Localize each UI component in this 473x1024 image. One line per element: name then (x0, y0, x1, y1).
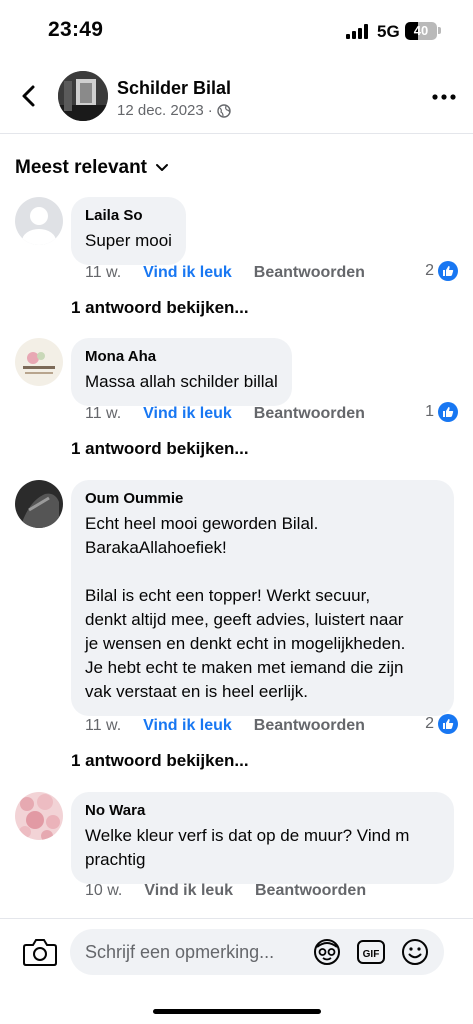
like-link[interactable]: Vind ik leuk (143, 405, 232, 423)
comment-bubble[interactable]: Oum Oummie Echt heel mooi geworden Bilal… (71, 480, 454, 716)
status-bar: 23:49 5G 40 (0, 0, 473, 62)
comment-text: Welke kleur verf is dat op de muur? Vind… (85, 826, 410, 869)
meta-separator: · (207, 102, 213, 119)
comment-author[interactable]: Oum Oummie (85, 490, 440, 508)
author-avatar[interactable] (58, 71, 108, 121)
comment-text: Super mooi (85, 231, 172, 250)
comment-bubble[interactable]: Laila So Super mooi (71, 197, 186, 265)
reaction-number: 2 (425, 715, 434, 732)
emoji-icon (402, 939, 428, 965)
post-meta: 12 dec. 2023 · (117, 102, 231, 119)
like-link[interactable]: Vind ik leuk (143, 264, 232, 282)
comment-time: 10 w. (85, 882, 123, 899)
post-date: 12 dec. 2023 (117, 102, 204, 119)
view-replies-link[interactable]: 1 antwoord bekijken... (71, 439, 249, 459)
comment-author[interactable]: Mona Aha (85, 348, 278, 366)
commenter-avatar[interactable] (15, 480, 63, 528)
comment-text: Echt heel mooi geworden Bilal. BarakaAll… (85, 514, 406, 701)
comment-bubble[interactable]: Mona Aha Massa allah schilder billal (71, 338, 292, 406)
more-options-button[interactable] (426, 82, 462, 112)
reaction-count[interactable]: 1 (425, 402, 458, 422)
comment-text: Massa allah schilder billal (85, 372, 278, 391)
comment-input[interactable] (85, 929, 315, 975)
reaction-count[interactable]: 2 (425, 714, 458, 734)
comment-time: 11 w. (85, 264, 122, 281)
reply-link[interactable]: Beantwoorden (254, 405, 365, 423)
commenter-avatar[interactable] (15, 197, 63, 245)
home-indicator[interactable] (153, 1009, 321, 1014)
status-time: 23:49 (48, 18, 104, 41)
avatar-sticker-icon (314, 939, 340, 965)
commenter-avatar[interactable] (15, 792, 63, 840)
reply-link[interactable]: Beantwoorden (255, 882, 366, 900)
like-link[interactable]: Vind ik leuk (143, 717, 232, 735)
globe-icon (217, 103, 231, 118)
thumbs-up-icon (438, 714, 458, 734)
avatar-sticker-button[interactable] (312, 937, 342, 967)
post-header: Schilder Bilal 12 dec. 2023 · (0, 62, 473, 134)
comment-actions: 11 w. Vind ik leuk Beantwoorden (85, 717, 365, 735)
more-options-icon (432, 94, 456, 100)
camera-button[interactable] (22, 935, 58, 969)
reply-link[interactable]: Beantwoorden (254, 264, 365, 282)
signal-icon (346, 24, 370, 39)
comment-actions: 10 w. Vind ik leuk Beantwoorden (85, 882, 366, 900)
back-button[interactable] (12, 78, 48, 114)
comment-author[interactable]: Laila So (85, 207, 172, 225)
battery-icon: 40 (405, 22, 437, 40)
back-chevron-icon (22, 85, 35, 107)
comment-actions: 11 w. Vind ik leuk Beantwoorden (85, 264, 365, 282)
view-replies-link[interactable]: 1 antwoord bekijken... (71, 298, 249, 318)
reaction-number: 2 (425, 262, 434, 279)
comment-actions: 11 w. Vind ik leuk Beantwoorden (85, 405, 365, 423)
comment-bubble[interactable]: No Wara Welke kleur verf is dat op de mu… (71, 792, 454, 884)
sort-dropdown[interactable]: Meest relevant (15, 157, 169, 179)
chevron-down-icon (156, 164, 169, 171)
battery-percentage: 40 (413, 23, 429, 38)
view-replies-link[interactable]: 1 antwoord bekijken... (71, 751, 249, 771)
gif-button[interactable]: GIF (356, 937, 386, 967)
gif-icon: GIF (357, 940, 385, 964)
thumbs-up-icon (438, 261, 458, 281)
network-type: 5G (377, 22, 400, 41)
comment-time: 11 w. (85, 405, 122, 422)
reaction-number: 1 (425, 403, 434, 420)
battery-cap (438, 27, 441, 34)
like-link[interactable]: Vind ik leuk (144, 882, 233, 900)
post-author-name[interactable]: Schilder Bilal (117, 78, 231, 99)
camera-icon (23, 939, 57, 966)
comment-time: 11 w. (85, 717, 122, 734)
reaction-count[interactable]: 2 (425, 261, 458, 281)
emoji-button[interactable] (400, 937, 430, 967)
sort-label: Meest relevant (15, 157, 148, 178)
gif-label: GIF (363, 949, 380, 960)
reply-link[interactable]: Beantwoorden (254, 717, 365, 735)
comment-author[interactable]: No Wara (85, 802, 440, 820)
commenter-avatar[interactable] (15, 338, 63, 386)
thumbs-up-icon (438, 402, 458, 422)
comment-input-wrapper: GIF (70, 929, 444, 975)
